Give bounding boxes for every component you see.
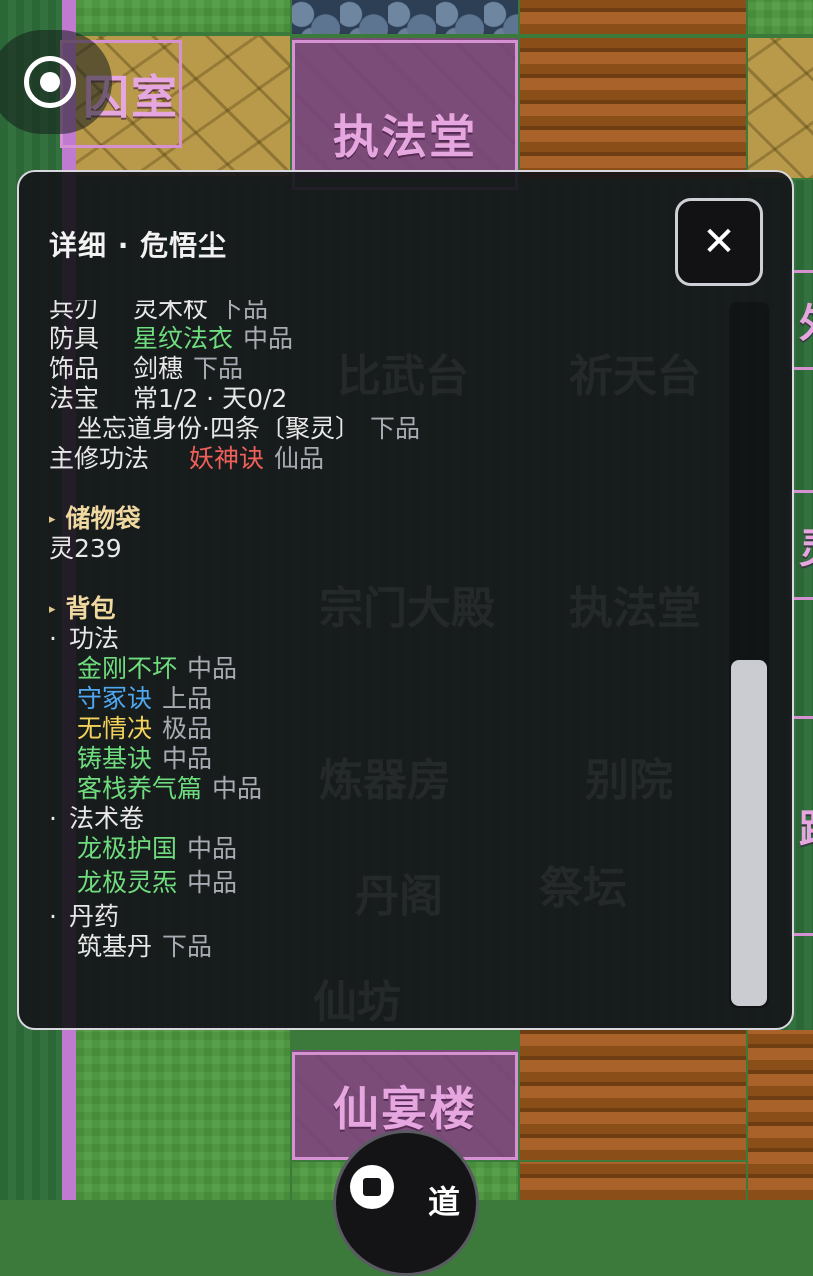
treasure-slots: 常1/2 · 天0/2 [133, 384, 288, 413]
item-name[interactable]: 筑基丹 [77, 932, 152, 961]
item-grade: 中品 [162, 744, 213, 773]
item-grade: 中品 [187, 868, 238, 897]
bullet-icon: · [49, 902, 57, 931]
bullet-icon: · [49, 804, 57, 833]
panel-title: 详细 · 危悟尘 [49, 229, 228, 262]
backpack-group-scrolls: · 法术卷 [49, 804, 144, 833]
triangle-icon: ▸ [49, 602, 56, 617]
item-grade: 下品 [162, 932, 213, 961]
map-tile [748, 1030, 813, 1200]
dao-button[interactable]: 道 [333, 1130, 479, 1276]
scrollbar-thumb[interactable] [731, 660, 767, 1006]
detail-content: ▸装备 兵刃灵木杖下品 防具星纹法衣中品 饰品剑穗下品 法宝常1/2 · 天0/… [49, 300, 719, 962]
item-grade: 中品 [187, 654, 238, 683]
item-grade: 中品 [212, 774, 263, 803]
backpack-item: 无情决 极品 [49, 714, 719, 744]
equipment-item[interactable]: 剑穗 [133, 354, 183, 383]
bullet-icon: · [49, 624, 57, 653]
backpack-item: 金刚不坏 中品 [49, 654, 719, 684]
item-name[interactable]: 龙极灵炁 [77, 868, 177, 897]
equipment-label: 防具 [49, 324, 100, 353]
detail-panel: 比武台 祈天台 宗门大殿 执法堂 炼器房 别院 丹阁 祭坛 仙坊 详细 · 危悟… [17, 170, 794, 1030]
map-tile [748, 0, 813, 34]
section-storage-title[interactable]: ▸ 储物袋 [49, 504, 719, 534]
item-name[interactable]: 龙极护国 [77, 834, 177, 863]
equipment-label: 饰品 [49, 354, 100, 383]
map-tile [520, 1162, 746, 1200]
section-backpack-title[interactable]: ▸ 背包 [49, 594, 719, 624]
map-tile [76, 0, 290, 32]
map-tile [748, 38, 813, 178]
equipment-item[interactable]: 灵木杖 [133, 300, 208, 323]
record-icon [24, 56, 76, 108]
equipment-row-treasure: 法宝 常1/2 · 天0/2 [49, 384, 719, 414]
record-button[interactable] [0, 30, 112, 134]
close-button[interactable]: ✕ [675, 198, 763, 286]
item-grade: 上品 [162, 684, 213, 713]
backpack-group-pills: · 丹药 [49, 902, 119, 931]
item-name[interactable]: 铸基诀 [77, 744, 152, 773]
equipment-row-accessory: 饰品 剑穗 下品 [49, 354, 719, 384]
main-skill-grade: 仙品 [274, 444, 325, 473]
dao-icon [350, 1165, 394, 1209]
item-grade: 中品 [187, 834, 238, 863]
backpack-item: 筑基丹 下品 [49, 932, 719, 962]
backpack-item: 龙极护国 中品 [49, 834, 719, 864]
close-icon: ✕ [702, 219, 736, 265]
item-name[interactable]: 无情决 [77, 714, 152, 743]
record-dot [40, 72, 60, 92]
treasure-name[interactable]: 坐忘道身份·四条〔聚灵〕 [77, 414, 360, 443]
item-name[interactable]: 守冢诀 [77, 684, 152, 713]
map-tile [520, 38, 746, 178]
item-grade: 极品 [162, 714, 213, 743]
main-skill-item[interactable]: 妖神诀 [189, 444, 264, 473]
map-tile [520, 0, 746, 34]
building-label: 跬 [799, 797, 813, 855]
backpack-item: 铸基诀 中品 [49, 744, 719, 774]
equipment-row-weapon: 兵刃 灵木杖 下品 [49, 300, 719, 324]
equipment-grade: 下品 [193, 354, 244, 383]
building-label: 执法堂 [333, 110, 477, 164]
dao-icon-inner [363, 1178, 381, 1196]
triangle-icon: ▸ [49, 512, 56, 527]
building-law-hall[interactable]: 执法堂 [292, 40, 518, 190]
equipment-grade: 中品 [243, 324, 294, 353]
main-skill-row: 主修功法 妖神诀 仙品 [49, 444, 719, 474]
treasure-grade: 下品 [369, 414, 420, 443]
equipment-label: 兵刃 [49, 300, 100, 323]
item-name[interactable]: 客栈养气篇 [77, 774, 202, 803]
backpack-group-skills: · 功法 [49, 624, 119, 653]
backpack-item: 客栈养气篇 中品 [49, 774, 719, 804]
item-name[interactable]: 金刚不坏 [77, 654, 177, 683]
main-skill-label: 主修功法 [49, 444, 150, 473]
equipment-item[interactable]: 星纹法衣 [133, 324, 233, 353]
map-tile [520, 1030, 746, 1160]
map-tile [292, 0, 518, 34]
backpack-item: 守冢诀 上品 [49, 684, 719, 714]
building-label: 外 [799, 291, 813, 349]
building-label: 灵 [799, 516, 813, 574]
dao-label: 道 [428, 1183, 461, 1221]
backpack-item: 龙极灵炁 中品 [49, 868, 719, 898]
map-tile [76, 1030, 290, 1200]
detail-scroll-area[interactable]: ▸装备 兵刃灵木杖下品 防具星纹法衣中品 饰品剑穗下品 法宝常1/2 · 天0/… [49, 300, 719, 1012]
equipment-grade: 下品 [218, 300, 269, 323]
storage-spirit: 灵239 [49, 534, 122, 563]
equipment-label: 法宝 [49, 384, 100, 413]
treasure-entry: 坐忘道身份·四条〔聚灵〕 下品 [49, 414, 719, 444]
equipment-row-armor: 防具 星纹法衣 中品 [49, 324, 719, 354]
